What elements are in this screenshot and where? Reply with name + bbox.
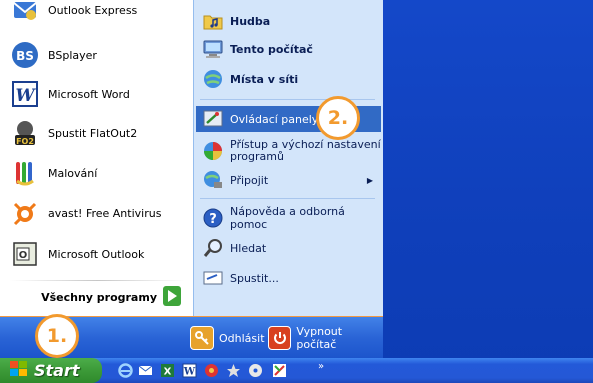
email-icon[interactable] bbox=[138, 363, 153, 378]
svg-text:FO2: FO2 bbox=[16, 137, 34, 146]
place-label: Připojit bbox=[230, 173, 269, 187]
avast-icon bbox=[10, 198, 40, 228]
svg-text:W: W bbox=[183, 367, 196, 378]
place-my-computer[interactable]: Tento počítač bbox=[196, 37, 381, 61]
place-network-places[interactable]: Místa v síti bbox=[196, 66, 381, 92]
separator bbox=[10, 280, 185, 281]
program-access-icon bbox=[202, 140, 224, 162]
excel-icon[interactable]: X bbox=[160, 363, 175, 378]
all-programs-label: Všechny programy bbox=[41, 290, 157, 304]
outlook-express-icon bbox=[10, 0, 40, 25]
submenu-arrow-icon: ▶ bbox=[366, 175, 373, 185]
program-label: avast! Free Antivirus bbox=[48, 206, 162, 220]
flatout2-icon: FO2 bbox=[10, 118, 40, 148]
media-icon[interactable] bbox=[204, 363, 219, 378]
separator bbox=[200, 198, 375, 199]
power-icon bbox=[268, 326, 292, 350]
place-program-access[interactable]: Přístup a výchozí nastavení programů bbox=[196, 137, 381, 165]
all-programs-button[interactable]: Všechny programy bbox=[0, 282, 193, 312]
help-icon: ? bbox=[202, 207, 224, 229]
program-label: Microsoft Word bbox=[48, 87, 130, 101]
logoff-button[interactable]: Odhlásit bbox=[190, 325, 265, 351]
shutdown-label: Vypnout počítač bbox=[296, 325, 343, 351]
program-avast[interactable]: avast! Free Antivirus bbox=[0, 195, 193, 231]
program-label: Outlook Express bbox=[48, 3, 138, 17]
svg-text:X: X bbox=[164, 367, 172, 378]
logoff-label: Odhlásit bbox=[219, 331, 265, 345]
place-search[interactable]: Hledat bbox=[196, 236, 381, 260]
paint-quicklaunch-icon[interactable] bbox=[272, 363, 287, 378]
green-arrow-icon bbox=[163, 285, 181, 309]
program-microsoft-outlook[interactable]: O Microsoft Outlook bbox=[0, 236, 193, 272]
place-label: Přístup a výchozí nastavení programů bbox=[230, 138, 381, 163]
place-run[interactable]: Spustit... bbox=[196, 266, 381, 290]
program-label: Microsoft Outlook bbox=[48, 247, 145, 261]
place-label: Tento počítač bbox=[230, 42, 313, 56]
star-icon[interactable] bbox=[226, 363, 241, 378]
svg-text:W: W bbox=[15, 86, 36, 106]
program-paint[interactable]: Malování bbox=[0, 155, 193, 191]
word-quicklaunch-icon[interactable]: W bbox=[182, 363, 197, 378]
music-folder-icon bbox=[202, 10, 224, 32]
place-connect[interactable]: Připojit ▶ bbox=[196, 168, 381, 192]
svg-text:BS: BS bbox=[16, 49, 34, 63]
windows-logo-icon bbox=[10, 361, 28, 380]
callout-label: 1. bbox=[46, 325, 68, 347]
network-places-icon bbox=[202, 68, 224, 90]
program-label: Malování bbox=[48, 166, 98, 180]
program-flatout2[interactable]: FO2 Spustit FlatOut2 bbox=[0, 115, 193, 151]
program-label: BSplayer bbox=[48, 48, 97, 62]
connect-icon bbox=[202, 169, 224, 191]
place-label: Spustit... bbox=[230, 271, 279, 285]
svg-text:O: O bbox=[19, 250, 28, 261]
place-label: Místa v síti bbox=[230, 72, 299, 86]
run-icon bbox=[202, 267, 224, 289]
pinned-programs-pane: Outlook Express BS BSplayer W Microsoft … bbox=[0, 0, 193, 316]
program-microsoft-word[interactable]: W Microsoft Word bbox=[0, 76, 193, 112]
place-label: Ovládací panely bbox=[230, 112, 319, 126]
callout-label: 2. bbox=[327, 107, 349, 129]
outlook-icon: O bbox=[10, 239, 40, 269]
callout-step-1: 1. bbox=[35, 314, 79, 358]
place-label: Nápověda a odborná pomoc bbox=[230, 205, 345, 231]
start-menu: Outlook Express BS BSplayer W Microsoft … bbox=[0, 0, 383, 358]
callout-step-2: 2. bbox=[316, 96, 360, 140]
taskbar: Start X W » bbox=[0, 358, 593, 383]
start-button[interactable]: Start bbox=[0, 358, 102, 383]
paint-icon bbox=[10, 158, 40, 188]
internet-explorer-icon[interactable] bbox=[118, 363, 133, 378]
start-label: Start bbox=[34, 361, 80, 380]
place-help[interactable]: ? Nápověda a odborná pomoc bbox=[196, 205, 381, 231]
place-label: Hledat bbox=[230, 241, 267, 255]
bsplayer-icon: BS bbox=[10, 40, 40, 70]
word-icon: W bbox=[10, 79, 40, 109]
disc-icon[interactable] bbox=[248, 363, 263, 378]
key-icon bbox=[190, 326, 214, 350]
place-music[interactable]: Hudba bbox=[196, 9, 381, 33]
control-panel-icon bbox=[202, 108, 224, 130]
search-icon bbox=[202, 237, 224, 259]
my-computer-icon bbox=[202, 38, 224, 60]
quicklaunch-chevron-icon[interactable]: » bbox=[318, 361, 324, 372]
shutdown-button[interactable]: Vypnout počítač bbox=[268, 325, 383, 351]
place-label: Hudba bbox=[230, 14, 271, 28]
svg-text:?: ? bbox=[209, 212, 217, 227]
program-label: Spustit FlatOut2 bbox=[48, 126, 138, 140]
program-bsplayer[interactable]: BS BSplayer bbox=[0, 37, 193, 73]
program-outlook-express[interactable]: Outlook Express bbox=[0, 0, 193, 28]
